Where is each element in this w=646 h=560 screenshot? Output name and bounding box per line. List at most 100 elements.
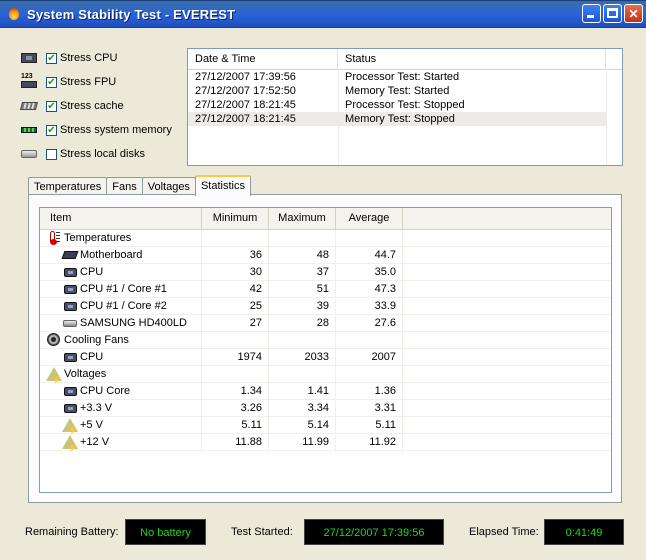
battery-label: Remaining Battery: bbox=[25, 526, 119, 538]
log-row[interactable]: 27/12/2007 17:39:56 Processor Test: Star… bbox=[188, 70, 622, 84]
tab-temperatures[interactable]: Temperatures bbox=[28, 177, 108, 195]
log-time: 27/12/2007 17:52:50 bbox=[195, 85, 296, 97]
stress-cache-checkbox[interactable]: ✔ bbox=[46, 100, 57, 112]
row-min: 1.34 bbox=[202, 383, 269, 400]
log-status: Processor Test: Stopped bbox=[345, 99, 465, 111]
option-stress-cpu[interactable]: ✔ Stress CPU bbox=[20, 46, 190, 70]
cpu-icon bbox=[62, 282, 78, 296]
row-max bbox=[269, 230, 336, 247]
option-label: Stress CPU bbox=[60, 52, 118, 64]
voltage-icon: ⚡ bbox=[62, 418, 78, 435]
option-stress-cache[interactable]: ✔ Stress cache bbox=[19, 94, 190, 118]
stability-test-window: System Stability Test - EVEREST ✕ ✔ Stre… bbox=[0, 0, 646, 560]
row-item: SAMSUNG HD400LD bbox=[80, 316, 187, 329]
option-stress-disks[interactable]: Stress local disks bbox=[20, 142, 190, 166]
disk-icon bbox=[20, 148, 38, 160]
row-avg: 33.9 bbox=[336, 298, 403, 315]
option-label: Stress FPU bbox=[60, 76, 117, 88]
test-started-label: Test Started: bbox=[231, 526, 293, 538]
group-row-cooling-fans[interactable]: Cooling Fans bbox=[40, 332, 611, 349]
row-item: Cooling Fans bbox=[64, 333, 129, 346]
row-avg bbox=[336, 230, 403, 247]
log-status: Memory Test: Started bbox=[345, 85, 450, 97]
stress-options: ✔ Stress CPU 123 ✔ Stress FPU ✔ Stress c… bbox=[19, 46, 190, 166]
voltage-icon: ⚡ bbox=[46, 367, 62, 384]
table-row[interactable]: CPU 1974 2033 2007 bbox=[40, 349, 611, 366]
row-item: CPU bbox=[80, 265, 104, 278]
title-bar[interactable]: System Stability Test - EVEREST ✕ bbox=[0, 0, 646, 28]
maximize-button[interactable] bbox=[603, 4, 622, 23]
flame-icon bbox=[7, 7, 21, 21]
row-item: +3.3 V bbox=[80, 401, 113, 414]
statistics-table[interactable]: Item Minimum Maximum Average Temperature… bbox=[39, 207, 612, 493]
row-max: 5.14 bbox=[269, 417, 336, 434]
column-average[interactable]: Average bbox=[336, 208, 403, 229]
status-bar: Remaining Battery: No battery Test Start… bbox=[0, 519, 646, 547]
tab-voltages[interactable]: Voltages bbox=[141, 177, 196, 195]
row-max bbox=[269, 332, 336, 349]
group-row-temperatures[interactable]: Temperatures bbox=[40, 230, 611, 247]
stress-memory-checkbox[interactable]: ✔ bbox=[46, 124, 57, 136]
minimize-icon bbox=[587, 15, 594, 18]
row-min bbox=[202, 366, 269, 383]
log-row[interactable]: 27/12/2007 18:21:45 Processor Test: Stop… bbox=[188, 98, 622, 112]
close-icon: ✕ bbox=[628, 6, 639, 21]
column-minimum[interactable]: Minimum bbox=[202, 208, 269, 229]
table-row[interactable]: Motherboard 36 48 44.7 bbox=[40, 247, 611, 264]
fan-icon bbox=[46, 333, 62, 347]
row-max: 2033 bbox=[269, 349, 336, 366]
row-item: Temperatures bbox=[64, 231, 132, 244]
option-stress-fpu[interactable]: 123 ✔ Stress FPU bbox=[20, 70, 190, 94]
table-row[interactable]: CPU Core 1.34 1.41 1.36 bbox=[40, 383, 611, 400]
stress-fpu-checkbox[interactable]: ✔ bbox=[46, 76, 57, 88]
row-avg bbox=[336, 366, 403, 383]
row-avg: 35.0 bbox=[336, 264, 403, 281]
log-header: Date & Time Status bbox=[188, 49, 622, 70]
column-maximum[interactable]: Maximum bbox=[269, 208, 336, 229]
log-row-selected[interactable]: 27/12/2007 18:21:45 Memory Test: Stopped bbox=[188, 112, 606, 126]
statistics-header: Item Minimum Maximum Average bbox=[40, 208, 611, 230]
table-row[interactable]: SAMSUNG HD400LD 27 28 27.6 bbox=[40, 315, 611, 332]
row-min: 36 bbox=[202, 247, 269, 264]
event-log-list[interactable]: Date & Time Status 27/12/2007 17:39:56 P… bbox=[187, 48, 623, 166]
option-stress-memory[interactable]: ✔ Stress system memory bbox=[20, 118, 190, 142]
row-item: Motherboard bbox=[80, 248, 143, 261]
close-button[interactable]: ✕ bbox=[624, 4, 643, 23]
column-date-time[interactable]: Date & Time bbox=[188, 49, 338, 69]
tab-statistics[interactable]: Statistics bbox=[194, 175, 251, 196]
column-item[interactable]: Item bbox=[40, 208, 202, 229]
row-min: 5.11 bbox=[202, 417, 269, 434]
row-item: Voltages bbox=[64, 367, 107, 380]
log-time: 27/12/2007 18:21:45 bbox=[195, 113, 296, 125]
tab-fans[interactable]: Fans bbox=[106, 177, 143, 195]
statistics-panel: Item Minimum Maximum Average Temperature… bbox=[28, 194, 622, 503]
cpu-icon bbox=[62, 299, 78, 313]
row-item: CPU #1 / Core #2 bbox=[80, 299, 167, 312]
option-label: Stress cache bbox=[60, 100, 124, 112]
group-row-voltages[interactable]: ⚡ Voltages bbox=[40, 366, 611, 384]
log-row[interactable]: 27/12/2007 17:52:50 Memory Test: Started bbox=[188, 84, 622, 98]
row-max: 28 bbox=[269, 315, 336, 332]
table-row[interactable]: CPU #1 / Core #1 42 51 47.3 bbox=[40, 281, 611, 298]
cache-icon bbox=[19, 100, 39, 112]
row-min: 11.88 bbox=[202, 434, 269, 451]
row-item: +12 V bbox=[80, 435, 110, 448]
stress-disks-checkbox[interactable] bbox=[46, 148, 57, 160]
table-row[interactable]: CPU 30 37 35.0 bbox=[40, 264, 611, 281]
table-row[interactable]: CPU #1 / Core #2 25 39 33.9 bbox=[40, 298, 611, 315]
minimize-button[interactable] bbox=[582, 4, 601, 23]
row-max: 48 bbox=[269, 247, 336, 264]
row-min: 27 bbox=[202, 315, 269, 332]
thermometer-icon bbox=[46, 231, 62, 245]
battery-display: No battery bbox=[125, 519, 206, 545]
option-label: Stress local disks bbox=[60, 148, 145, 160]
tab-strip: Temperatures Fans Voltages Statistics bbox=[28, 175, 251, 196]
column-status[interactable]: Status bbox=[338, 49, 606, 69]
row-min: 25 bbox=[202, 298, 269, 315]
row-avg: 11.92 bbox=[336, 434, 403, 451]
table-row[interactable]: ⚡ +5 V 5.11 5.14 5.11 bbox=[40, 417, 611, 435]
table-row[interactable]: ⚡ +12 V 11.88 11.99 11.92 bbox=[40, 434, 611, 452]
table-row[interactable]: +3.3 V 3.26 3.34 3.31 bbox=[40, 400, 611, 417]
stress-cpu-checkbox[interactable]: ✔ bbox=[46, 52, 57, 64]
row-max: 51 bbox=[269, 281, 336, 298]
